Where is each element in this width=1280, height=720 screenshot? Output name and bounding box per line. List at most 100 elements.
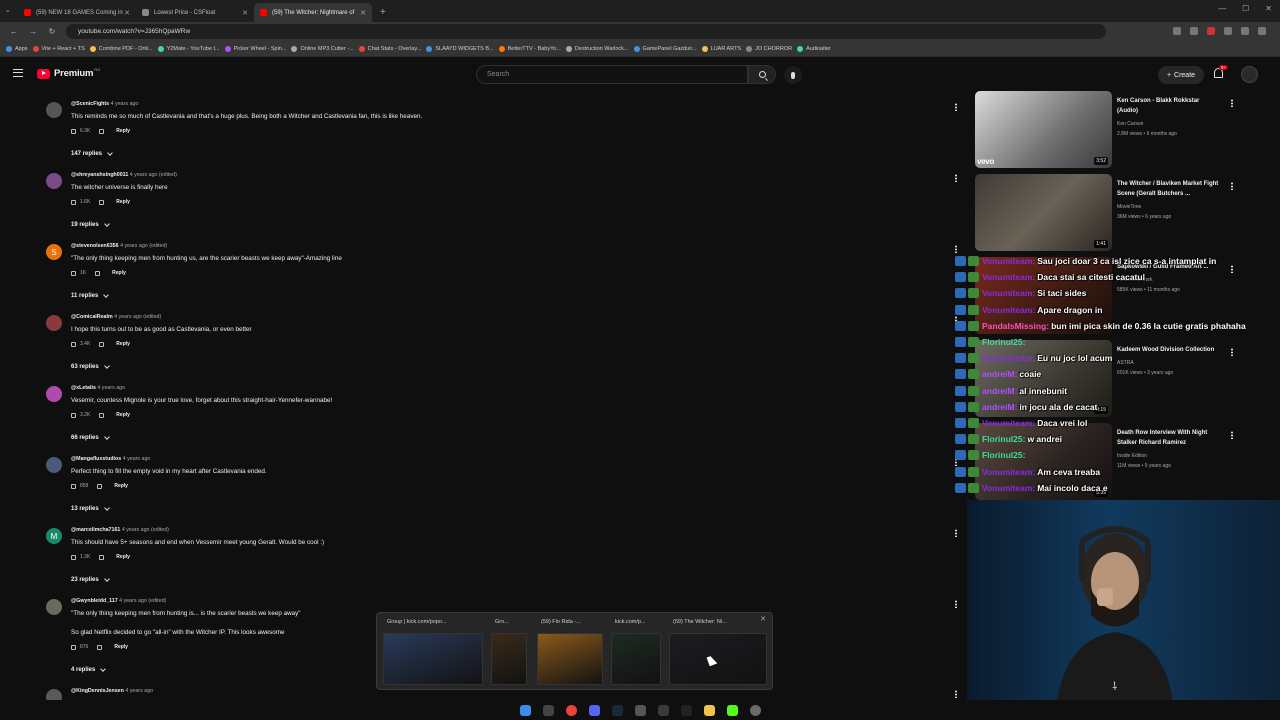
avatar[interactable]: [46, 599, 62, 615]
comment-author[interactable]: @KingDennisJensen: [71, 688, 124, 694]
comment-author[interactable]: @Mangafluxstudios: [71, 456, 121, 462]
new-tab-button[interactable]: +: [380, 7, 386, 18]
preview-window-title[interactable]: Group | kick.com/popo...: [387, 616, 447, 628]
close-window-icon[interactable]: ✕: [1265, 4, 1272, 13]
chat-username[interactable]: andreiM:: [982, 369, 1017, 379]
steam-icon[interactable]: [611, 704, 623, 716]
chat-username[interactable]: Florinul25:: [982, 450, 1025, 460]
comment-timestamp[interactable]: 4 years ago (edited): [120, 243, 167, 249]
preview-window-title[interactable]: kick.com/p...: [615, 616, 646, 628]
create-button[interactable]: + Create: [1158, 66, 1204, 84]
view-replies-button[interactable]: 13 replies: [71, 504, 110, 512]
reply-button[interactable]: Reply: [114, 644, 128, 650]
voice-search-button[interactable]: [784, 66, 802, 84]
browser-tab[interactable]: Lowest Price - CSFloat ✕: [136, 3, 254, 22]
video-options-icon[interactable]: [1231, 182, 1233, 190]
comment-timestamp[interactable]: 4 years ago: [125, 688, 153, 694]
youtube-logo[interactable]: Premium RO: [37, 67, 100, 79]
windows-start-icon[interactable]: [519, 704, 531, 716]
comment-timestamp[interactable]: 4 years ago (edited): [114, 314, 161, 320]
profile-icon[interactable]: [1241, 27, 1249, 35]
preview-window-thumbnail[interactable]: [669, 633, 767, 685]
bookmark-item[interactable]: LUAR ARTS: [701, 45, 741, 52]
view-replies-button[interactable]: 4 replies: [71, 665, 107, 673]
browser-tab[interactable]: (59) NEW 18 GAMES Coming in ✕: [18, 3, 136, 22]
comment-timestamp[interactable]: 4 years ago: [97, 385, 125, 391]
dislike-icon[interactable]: [99, 128, 105, 134]
reply-button[interactable]: Reply: [112, 270, 126, 276]
chat-username[interactable]: Vonumiteam:: [982, 256, 1035, 266]
reply-button[interactable]: Reply: [116, 412, 130, 418]
like-icon[interactable]: [71, 341, 76, 347]
like-icon[interactable]: [71, 644, 76, 650]
avatar[interactable]: [46, 386, 62, 402]
dislike-icon[interactable]: [99, 199, 105, 205]
comment-options-icon[interactable]: [955, 174, 957, 182]
app-icon[interactable]: [657, 704, 669, 716]
video-title[interactable]: Ken Carson - Blakk Rokkstar (Audio): [1117, 97, 1222, 116]
bookmark-item[interactable]: Y2Mate - YouTube t...: [157, 45, 220, 52]
dislike-icon[interactable]: [99, 554, 105, 560]
preview-window-thumbnail[interactable]: [537, 633, 603, 685]
video-thumbnail[interactable]: 1:41: [975, 174, 1112, 251]
comment-author[interactable]: @stevenolsen6356: [71, 243, 119, 249]
menu-icon[interactable]: [1258, 27, 1266, 35]
view-replies-button[interactable]: 19 replies: [71, 220, 110, 228]
search-input[interactable]: Search: [476, 65, 748, 84]
preview-window-thumbnail[interactable]: [491, 633, 527, 685]
reply-button[interactable]: Reply: [116, 199, 130, 205]
comment-timestamp[interactable]: 4 years ago (edited): [119, 598, 166, 604]
browser-tab-active[interactable]: (59) The Witcher: Nightmare of ✕: [254, 3, 372, 22]
close-preview-icon[interactable]: ✕: [760, 615, 766, 623]
dislike-icon[interactable]: [99, 412, 105, 418]
comment-options-icon[interactable]: [955, 245, 957, 253]
chat-username[interactable]: Florinul25:: [982, 337, 1025, 347]
comment-author[interactable]: @shreyanshsingh0011: [71, 172, 128, 178]
kick-icon[interactable]: [726, 704, 738, 716]
channel-name[interactable]: Ken Carson: [1117, 121, 1143, 127]
avatar[interactable]: [46, 102, 62, 118]
avatar[interactable]: [46, 689, 62, 700]
bookmark-item[interactable]: Apps: [6, 45, 28, 52]
like-icon[interactable]: [71, 483, 76, 489]
comment-timestamp[interactable]: 4 years ago (edited): [122, 527, 169, 533]
discord-icon[interactable]: [588, 704, 600, 716]
reply-button[interactable]: Reply: [116, 341, 130, 347]
comment-author[interactable]: @marcelimcha7161: [71, 527, 120, 533]
recommended-video[interactable]: vevo 3:52 Ken Carson - Blakk Rokkstar (Aud…: [975, 91, 1275, 169]
minimize-icon[interactable]: —: [1218, 4, 1226, 13]
preview-window-thumbnail[interactable]: [611, 633, 661, 685]
account-avatar[interactable]: [1241, 66, 1258, 83]
comment-timestamp[interactable]: 4 years ago: [123, 456, 151, 462]
like-icon[interactable]: [71, 412, 76, 418]
chat-username[interactable]: Florinul25:: [982, 434, 1025, 444]
app-icon[interactable]: [634, 704, 646, 716]
reply-button[interactable]: Reply: [114, 483, 128, 489]
comment-author[interactable]: @Gwynbleidd_117: [71, 598, 118, 604]
close-tab-icon[interactable]: ✕: [360, 9, 366, 17]
forward-icon[interactable]: →: [28, 27, 38, 36]
comment-options-icon[interactable]: [955, 600, 957, 608]
capcut-icon[interactable]: [680, 704, 692, 716]
close-tab-icon[interactable]: ✕: [124, 9, 130, 17]
chat-username[interactable]: PandalsMissing:: [982, 321, 1049, 331]
dislike-icon[interactable]: [95, 270, 101, 276]
video-thumbnail[interactable]: vevo 3:52: [975, 91, 1112, 168]
bookmark-item[interactable]: Combine PDF - Onli...: [89, 45, 153, 52]
maximize-icon[interactable]: ☐: [1242, 4, 1249, 13]
comment-options-icon[interactable]: [955, 690, 957, 698]
comment-timestamp[interactable]: 4 years ago (edited): [130, 172, 177, 178]
reply-button[interactable]: Reply: [116, 128, 130, 134]
bookmark-item[interactable]: SLAAYD WIDGETS B...: [426, 45, 494, 52]
bookmark-item[interactable]: Picker Wheel - Spin...: [224, 45, 286, 52]
avatar[interactable]: [46, 315, 62, 331]
chat-username[interactable]: Vonumiteam:: [982, 418, 1035, 428]
chat-username[interactable]: Vonumiteam:: [982, 467, 1035, 477]
comment-author[interactable]: @ComicalRealm: [71, 314, 113, 320]
preview-window-title[interactable]: Gro...: [495, 616, 509, 628]
install-app-icon[interactable]: [1173, 27, 1181, 35]
bookmark-item[interactable]: Online MP3 Cutter -...: [291, 45, 354, 52]
like-icon[interactable]: [71, 199, 76, 205]
bookmark-item[interactable]: Vite + React + TS: [32, 45, 85, 52]
video-title[interactable]: The Witcher / Blaviken Market Fight Scen…: [1117, 180, 1222, 199]
